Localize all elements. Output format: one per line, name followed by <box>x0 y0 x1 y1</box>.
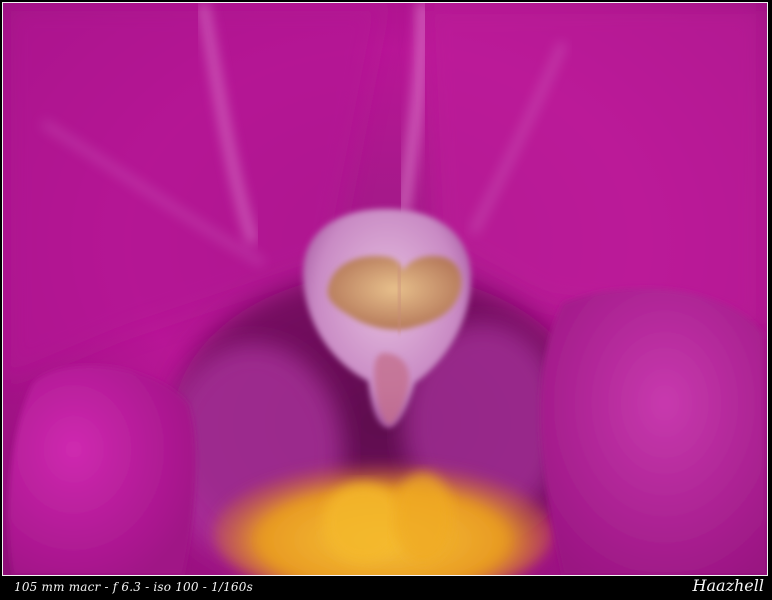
exif-caption: 105 mm macr - f 6.3 - iso 100 - 1/160s <box>14 580 253 594</box>
orchid-macro-image <box>3 3 767 575</box>
signature-text: Haazhell <box>692 576 764 595</box>
caption-bar: 105 mm macr - f 6.3 - iso 100 - 1/160s H… <box>0 576 772 600</box>
photo-frame: 105 mm macr - f 6.3 - iso 100 - 1/160s H… <box>0 0 772 600</box>
orchid-photo <box>2 2 768 576</box>
